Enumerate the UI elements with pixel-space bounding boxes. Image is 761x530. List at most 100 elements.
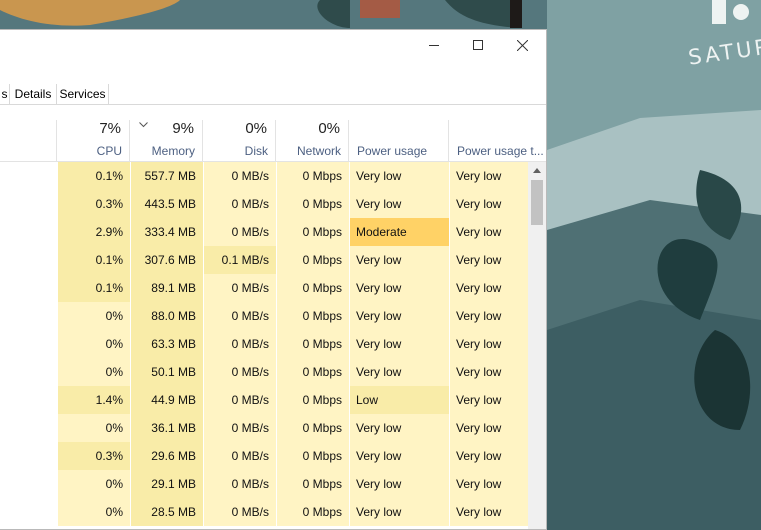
header-cpu[interactable]: 7% CPU — [57, 120, 130, 162]
task-manager-window: s Details Services 7% CPU 9% Memory 0% D… — [0, 29, 547, 530]
memory-cell: 557.7 MB — [131, 162, 203, 190]
memory-cell: 307.6 MB — [131, 246, 203, 274]
power-usage-trend-column-label: Power usage t... — [457, 144, 544, 158]
cpu-cell: 0% — [58, 302, 130, 330]
cpu-cell: 0.1% — [58, 162, 130, 190]
tab-details[interactable]: Details — [10, 84, 57, 105]
memory-cell: 63.3 MB — [131, 330, 203, 358]
network-total-percent: 0% — [318, 120, 340, 137]
power-cell: Very low — [350, 498, 449, 526]
power-trend-cell: Very low — [450, 162, 528, 190]
table-row[interactable]: 0% 88.0 MB 0 MB/s 0 Mbps Very low Very low — [0, 302, 528, 330]
power-cell: Moderate — [350, 218, 449, 246]
scroll-up-button[interactable] — [528, 162, 546, 179]
header-disk[interactable]: 0% Disk — [203, 120, 276, 162]
maximize-button[interactable] — [456, 30, 500, 60]
memory-total-percent: 9% — [172, 120, 194, 137]
tab-strip: s Details Services — [0, 84, 546, 105]
name-cell — [1, 414, 57, 442]
header-power-usage[interactable]: Power usage — [349, 120, 449, 162]
cpu-cell: 0.3% — [58, 190, 130, 218]
power-trend-cell: Very low — [450, 246, 528, 274]
memory-cell: 88.0 MB — [131, 302, 203, 330]
tab-users[interactable]: s — [0, 84, 10, 105]
cpu-cell: 0% — [58, 414, 130, 442]
scrollbar-thumb[interactable] — [531, 180, 543, 225]
power-cell: Very low — [350, 470, 449, 498]
minimize-button[interactable] — [412, 30, 456, 60]
disk-cell: 0 MB/s — [204, 302, 276, 330]
header-network[interactable]: 0% Network — [276, 120, 349, 162]
power-trend-cell: Very low — [450, 414, 528, 442]
header-memory[interactable]: 9% Memory — [130, 120, 203, 162]
network-column-label: Network — [296, 144, 341, 158]
network-cell: 0 Mbps — [277, 498, 349, 526]
power-trend-cell: Very low — [450, 274, 528, 302]
disk-total-percent: 0% — [245, 120, 267, 137]
table-row[interactable]: 0.1% 89.1 MB 0 MB/s 0 Mbps Very low Very low — [0, 274, 528, 302]
minimize-icon — [429, 45, 439, 46]
power-cell: Very low — [350, 414, 449, 442]
table-row[interactable]: 2.9% 333.4 MB 0 MB/s 0 Mbps Moderate Very low — [0, 218, 528, 246]
table-row[interactable]: 0% 29.1 MB 0 MB/s 0 Mbps Very low Very low — [0, 470, 528, 498]
network-cell: 0 Mbps — [277, 218, 349, 246]
cpu-column-label: CPU — [96, 144, 122, 158]
name-cell — [1, 330, 57, 358]
power-trend-cell: Very low — [450, 302, 528, 330]
table-row[interactable]: 0% 28.5 MB 0 MB/s 0 Mbps Very low Very low — [0, 498, 528, 526]
network-cell: 0 Mbps — [277, 414, 349, 442]
close-icon — [516, 39, 528, 51]
network-cell: 0 Mbps — [277, 246, 349, 274]
power-cell: Very low — [350, 246, 449, 274]
power-trend-cell: Very low — [450, 470, 528, 498]
table-row[interactable]: 0% 63.3 MB 0 MB/s 0 Mbps Very low Very low — [0, 330, 528, 358]
memory-cell: 36.1 MB — [131, 414, 203, 442]
tab-services[interactable]: Services — [57, 84, 109, 105]
cpu-cell: 1.4% — [58, 386, 130, 414]
network-cell: 0 Mbps — [277, 302, 349, 330]
disk-cell: 0 MB/s — [204, 274, 276, 302]
title-bar[interactable] — [0, 30, 546, 60]
cpu-cell: 0.1% — [58, 274, 130, 302]
disk-cell: 0 MB/s — [204, 414, 276, 442]
memory-cell: 29.6 MB — [131, 442, 203, 470]
disk-cell: 0 MB/s — [204, 218, 276, 246]
table-row[interactable]: 0.3% 29.6 MB 0 MB/s 0 Mbps Very low Very low — [0, 442, 528, 470]
disk-cell: 0 MB/s — [204, 386, 276, 414]
name-cell — [1, 162, 57, 190]
disk-cell: 0 MB/s — [204, 442, 276, 470]
disk-column-label: Disk — [244, 144, 268, 158]
power-cell: Low — [350, 386, 449, 414]
chevron-up-icon — [533, 168, 541, 173]
name-cell — [1, 274, 57, 302]
disk-cell: 0 MB/s — [204, 470, 276, 498]
power-trend-cell: Very low — [450, 330, 528, 358]
cpu-total-percent: 7% — [99, 120, 121, 137]
close-button[interactable] — [500, 30, 544, 60]
network-cell: 0 Mbps — [277, 442, 349, 470]
memory-cell: 29.1 MB — [131, 470, 203, 498]
table-row[interactable]: 1.4% 44.9 MB 0 MB/s 0 Mbps Low Very low — [0, 386, 528, 414]
table-row[interactable]: 0.3% 443.5 MB 0 MB/s 0 Mbps Very low Very low — [0, 190, 528, 218]
table-row[interactable]: 0% 36.1 MB 0 MB/s 0 Mbps Very low Very low — [0, 414, 528, 442]
power-cell: Very low — [350, 358, 449, 386]
power-cell: Very low — [350, 442, 449, 470]
cpu-cell: 0% — [58, 470, 130, 498]
cpu-cell: 0% — [58, 330, 130, 358]
power-trend-cell: Very low — [450, 442, 528, 470]
vertical-scrollbar[interactable] — [528, 162, 546, 529]
table-row[interactable]: 0% 50.1 MB 0 MB/s 0 Mbps Very low Very low — [0, 358, 528, 386]
name-cell — [1, 190, 57, 218]
sort-descending-icon — [139, 122, 148, 128]
power-cell: Very low — [350, 330, 449, 358]
table-row[interactable]: 0.1% 307.6 MB 0.1 MB/s 0 Mbps Very low Very l… — [0, 246, 528, 274]
header-name[interactable] — [0, 120, 57, 162]
power-trend-cell: Very low — [450, 218, 528, 246]
name-cell — [1, 386, 57, 414]
name-cell — [1, 442, 57, 470]
power-trend-cell: Very low — [450, 386, 528, 414]
table-row[interactable]: 0.1% 557.7 MB 0 MB/s 0 Mbps Very low Very low — [0, 162, 528, 190]
network-cell: 0 Mbps — [277, 358, 349, 386]
header-power-usage-trend[interactable]: Power usage t... — [449, 120, 546, 162]
network-cell: 0 Mbps — [277, 386, 349, 414]
